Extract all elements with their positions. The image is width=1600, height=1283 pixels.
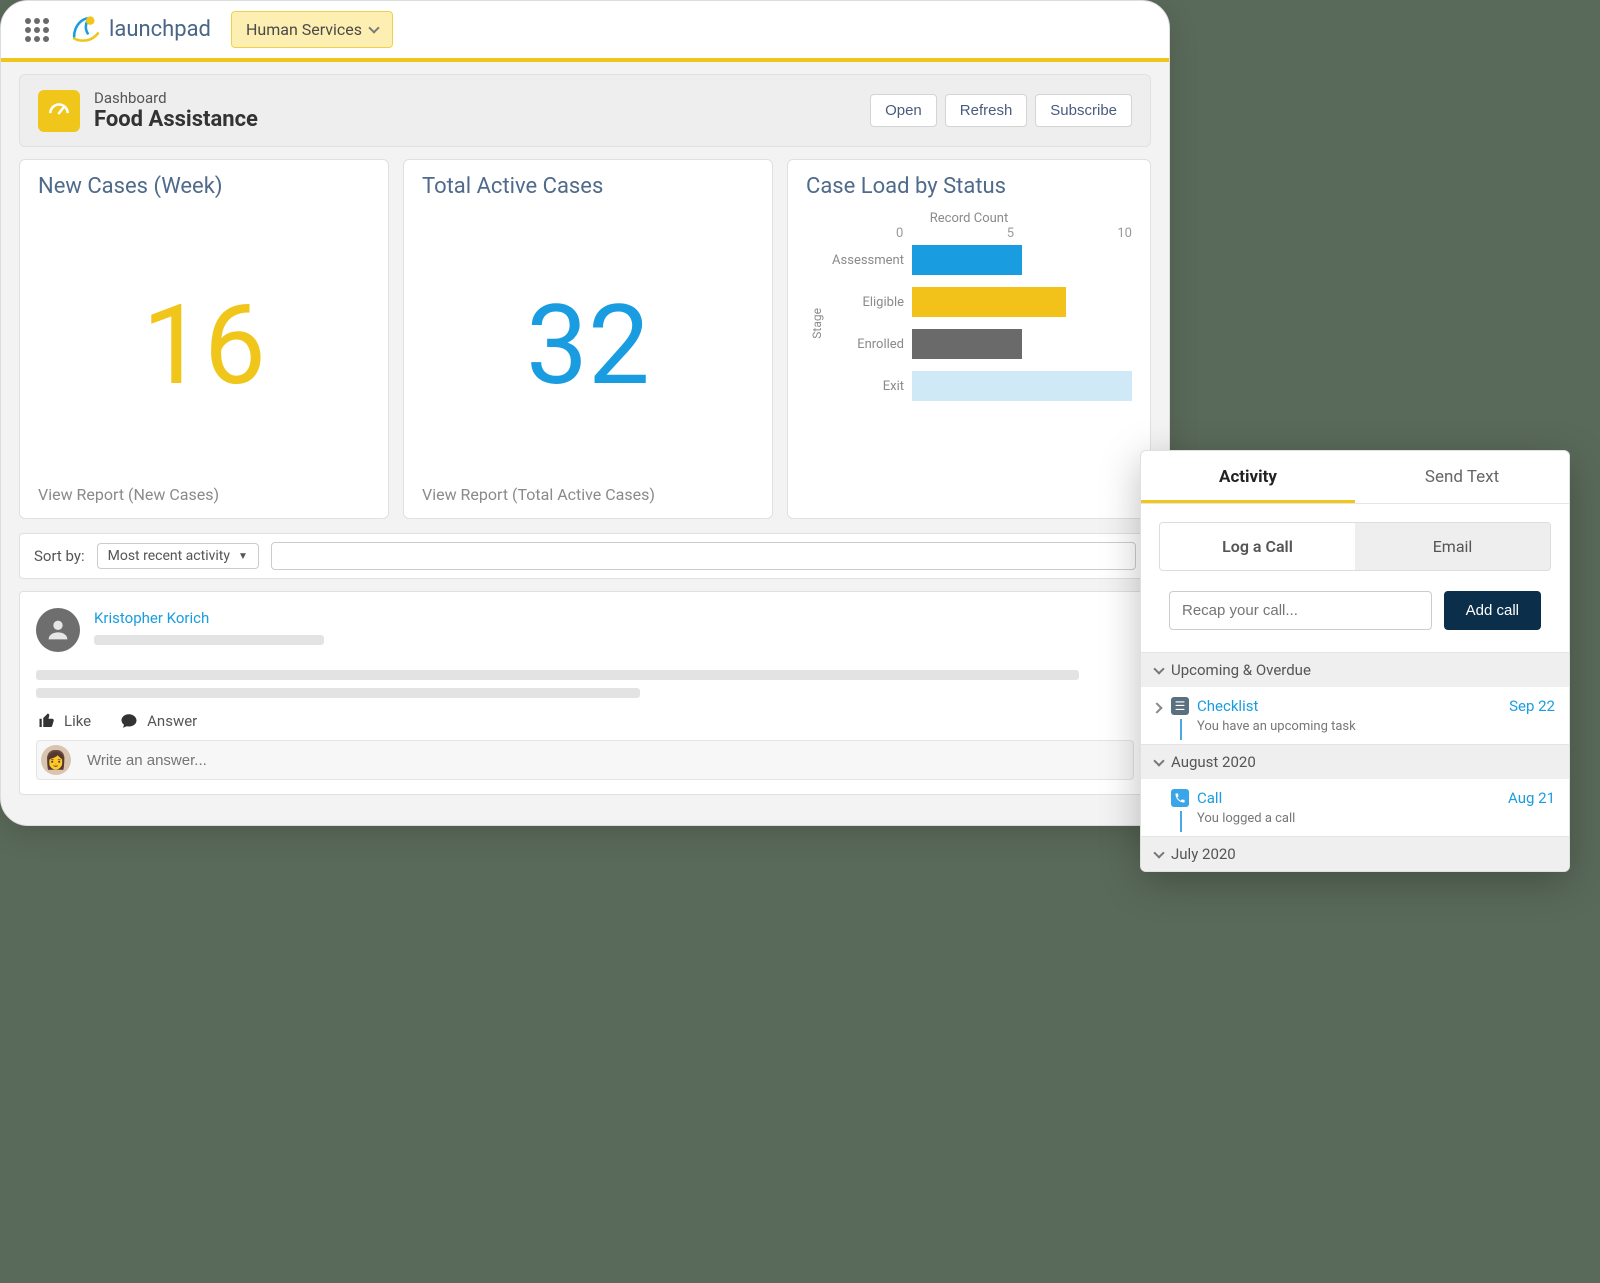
card-title: Total Active Cases: [422, 174, 754, 199]
card-active-cases: Total Active Cases 32 View Report (Total…: [403, 159, 773, 519]
refresh-button[interactable]: Refresh: [945, 94, 1028, 127]
bar-fill[interactable]: [912, 245, 1022, 275]
section-august-header[interactable]: August 2020: [1141, 745, 1569, 779]
context-label: Human Services: [246, 20, 362, 39]
activity-panel: Activity Send Text Log a Call Email Add …: [1140, 450, 1570, 872]
bar-row: Enrolled: [828, 329, 1132, 359]
card-title: New Cases (Week): [38, 174, 370, 199]
sort-select[interactable]: Most recent activity ▼: [97, 543, 259, 569]
page-title: Food Assistance: [94, 107, 258, 132]
tick: 10: [1117, 226, 1132, 241]
bar-category: Assessment: [828, 253, 904, 268]
answer-label: Answer: [147, 712, 197, 730]
launchpad-icon: [69, 13, 103, 47]
tab-send-text[interactable]: Send Text: [1355, 451, 1569, 503]
top-nav: launchpad Human Services: [1, 1, 1169, 62]
chevron-down-icon: [1153, 755, 1164, 766]
chevron-down-icon: [1153, 847, 1164, 858]
answer-input[interactable]: [83, 746, 1127, 775]
entry-subtext: You logged a call: [1197, 811, 1555, 826]
bar-category: Enrolled: [828, 337, 904, 352]
card-title: Case Load by Status: [806, 174, 1132, 199]
brand-text: launchpad: [109, 17, 211, 42]
checklist-link[interactable]: Checklist: [1197, 697, 1258, 715]
section-title: Upcoming & Overdue: [1171, 661, 1311, 679]
x-axis-ticks: 0 5 10: [806, 226, 1132, 245]
tab-activity[interactable]: Activity: [1141, 451, 1355, 503]
card-new-cases: New Cases (Week) 16 View Report (New Cas…: [19, 159, 389, 519]
new-cases-value: 16: [38, 205, 370, 485]
bar-category: Eligible: [828, 295, 904, 310]
tick: 5: [1007, 226, 1014, 241]
app-launcher-icon[interactable]: [25, 18, 49, 42]
section-title: July 2020: [1171, 845, 1236, 863]
recap-input[interactable]: [1169, 591, 1432, 630]
thumbs-up-icon: [38, 712, 56, 730]
chevron-down-icon: [1153, 663, 1164, 674]
person-icon: [44, 616, 72, 644]
context-dropdown[interactable]: Human Services: [231, 11, 393, 48]
header-type-label: Dashboard: [94, 89, 258, 107]
activity-entry-call: Call Aug 21 You logged a call: [1141, 779, 1569, 836]
activity-entry-checklist: ☰ Checklist Sep 22 You have an upcoming …: [1141, 687, 1569, 744]
sort-selected: Most recent activity: [108, 548, 230, 564]
y-axis-title: Stage: [806, 308, 828, 339]
active-cases-value: 32: [422, 205, 754, 485]
view-report-new-cases[interactable]: View Report (New Cases): [38, 485, 370, 504]
comment-icon: [119, 712, 139, 730]
answer-composer: 👩: [36, 740, 1134, 780]
entry-subtext: You have an upcoming task: [1197, 719, 1555, 734]
chevron-right-icon[interactable]: [1151, 702, 1162, 713]
dashboard-icon: [38, 90, 80, 132]
subtab-email[interactable]: Email: [1355, 523, 1550, 570]
feed-search-input[interactable]: [271, 542, 1136, 570]
sort-label: Sort by:: [34, 547, 85, 565]
bar-fill[interactable]: [912, 371, 1132, 401]
entry-date: Aug 21: [1508, 789, 1555, 807]
tick: 0: [896, 226, 903, 241]
sort-bar: Sort by: Most recent activity ▼: [19, 533, 1151, 579]
add-call-button[interactable]: Add call: [1444, 591, 1541, 630]
bar-fill[interactable]: [912, 287, 1066, 317]
call-icon: [1171, 789, 1189, 807]
chevron-down-icon: [368, 22, 379, 33]
feed-author-link[interactable]: Kristopher Korich: [94, 609, 209, 627]
chart-bars: Assessment Eligible Enrolled Exit: [828, 245, 1132, 401]
entry-date: Sep 22: [1509, 697, 1555, 715]
call-link[interactable]: Call: [1197, 789, 1222, 807]
avatar[interactable]: [36, 608, 80, 652]
dashboard-header: Dashboard Food Assistance Open Refresh S…: [19, 74, 1151, 147]
x-axis-title: Record Count: [806, 211, 1132, 226]
bar-row: Eligible: [828, 287, 1132, 317]
subscribe-button[interactable]: Subscribe: [1035, 94, 1132, 127]
like-button[interactable]: Like: [38, 712, 91, 730]
checklist-icon: ☰: [1171, 697, 1189, 715]
bar-fill[interactable]: [912, 329, 1022, 359]
section-july-header[interactable]: July 2020: [1141, 837, 1569, 871]
card-case-load: Case Load by Status Record Count 0 5 10 …: [787, 159, 1151, 519]
like-label: Like: [64, 712, 91, 730]
answer-button[interactable]: Answer: [119, 712, 197, 730]
section-upcoming-header[interactable]: Upcoming & Overdue: [1141, 653, 1569, 687]
bar-row: Assessment: [828, 245, 1132, 275]
app-window: launchpad Human Services Dashboard Food …: [0, 0, 1170, 826]
avatar: 👩: [41, 745, 71, 775]
subtab-log-call[interactable]: Log a Call: [1160, 523, 1355, 570]
feed-item: Kristopher Korich Like Answer 👩: [19, 591, 1151, 795]
bar-row: Exit: [828, 371, 1132, 401]
bar-category: Exit: [828, 379, 904, 394]
section-title: August 2020: [1171, 753, 1256, 771]
view-report-active-cases[interactable]: View Report (Total Active Cases): [422, 485, 754, 504]
brand-logo[interactable]: launchpad: [69, 13, 211, 47]
open-button[interactable]: Open: [870, 94, 937, 127]
